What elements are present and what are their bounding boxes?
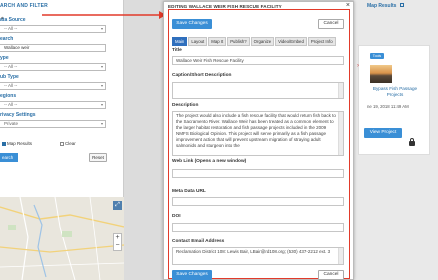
clear-checkbox[interactable]: Clear: [60, 141, 76, 146]
web-link-label: Web Link (Opens a new window): [172, 159, 247, 164]
save-changes-button-bottom[interactable]: Save Changes: [172, 270, 212, 280]
save-changes-button-top[interactable]: Save Changes: [172, 19, 212, 29]
tab-layout[interactable]: Layout: [188, 37, 208, 46]
clear-checkbox-label: Clear: [65, 141, 76, 146]
privacy-value: Private: [4, 121, 19, 126]
tab-publish[interactable]: Publish?: [227, 37, 250, 46]
chevron-down-icon: ▾: [100, 102, 103, 107]
checkbox-checked-icon: [2, 141, 6, 146]
caption-label: Caption/Short Description: [172, 73, 232, 78]
doi-input[interactable]: [172, 223, 344, 232]
description-label: Description: [172, 103, 199, 108]
tab-main[interactable]: Main: [172, 37, 188, 46]
type-label: ype: [0, 55, 9, 61]
chevron-down-icon: ▾: [100, 64, 103, 69]
map-results-link[interactable]: Map Results: [367, 3, 396, 9]
annotation-arrow: [42, 11, 166, 19]
tab-map-it[interactable]: Map It: [208, 37, 227, 46]
cancel-button-top[interactable]: Cancel: [318, 19, 344, 29]
title-label: Title: [172, 48, 182, 53]
project-title-link[interactable]: Bypass Fish Passage Projects: [365, 86, 425, 98]
data-source-label: ata Source: [0, 17, 26, 23]
tab-organize[interactable]: Organize: [250, 37, 275, 46]
project-date: ne 19, 2018 11:49 AM: [367, 104, 409, 109]
contact-email-textarea[interactable]: Reclamation District 108: Lewis Bair, LB…: [172, 247, 344, 265]
view-project-button[interactable]: View Project: [364, 128, 402, 138]
chevron-down-icon: ▾: [100, 26, 103, 31]
type-select[interactable]: -- All -- ▾: [0, 63, 106, 71]
search-label: earch: [0, 36, 14, 42]
edit-project-modal: EDITING WALLACE WEIR FISH RESCUE FACILIT…: [163, 1, 354, 280]
web-link-input[interactable]: [172, 169, 344, 178]
search-input[interactable]: Wallace weir: [0, 44, 106, 52]
data-source-value: -- All --: [4, 26, 18, 31]
checkbox-icon: [60, 141, 64, 146]
metadata-url-label: Meta Data URL: [172, 189, 206, 194]
type-value: -- All --: [4, 64, 18, 69]
pin-icon: ›: [357, 63, 359, 69]
expand-map-icon[interactable]: ⤢: [113, 201, 122, 210]
close-icon[interactable]: ×: [346, 2, 350, 9]
subtype-label: ub Type: [0, 74, 19, 80]
search-button[interactable]: earch: [0, 153, 18, 162]
cancel-button-bottom[interactable]: Cancel: [318, 270, 344, 280]
privacy-label: rivacy Settings: [0, 112, 36, 118]
description-textarea[interactable]: The project would also include a fish re…: [172, 111, 344, 156]
regions-select[interactable]: -- All -- ▾: [0, 101, 106, 109]
metadata-url-input[interactable]: [172, 197, 344, 206]
zoom-control[interactable]: + −: [113, 233, 122, 251]
reset-button[interactable]: Reset: [89, 153, 107, 162]
subtype-value: -- All --: [4, 83, 18, 88]
modal-tabs: Main Layout Map It Publish? Organize Vid…: [172, 37, 347, 47]
tools-badge[interactable]: Tools: [370, 53, 384, 59]
map-results-checkbox-label: Map Results: [7, 141, 33, 146]
map-view[interactable]: [0, 197, 124, 280]
data-source-select[interactable]: -- All -- ▾: [0, 25, 106, 33]
zoom-in-icon[interactable]: +: [114, 234, 121, 242]
zoom-out-icon[interactable]: −: [114, 242, 121, 250]
doi-label: DOI: [172, 214, 181, 219]
privacy-select[interactable]: Private ▾: [0, 120, 106, 128]
subtype-select[interactable]: -- All -- ▾: [0, 82, 106, 90]
result-card: [358, 45, 430, 155]
title-input[interactable]: Wallace Weir Fish Rescue Facility: [172, 56, 344, 65]
project-thumbnail[interactable]: [370, 65, 392, 83]
regions-label: egions: [0, 93, 17, 99]
chevron-down-icon: ▾: [100, 83, 103, 88]
regions-value: -- All --: [4, 102, 18, 107]
chevron-down-icon: ▾: [100, 121, 103, 126]
tab-video-embed[interactable]: Video/Embed: [275, 37, 307, 46]
map-roads-graphic: [0, 197, 124, 280]
tab-project-info[interactable]: Project Info: [307, 37, 336, 46]
lock-icon: [409, 138, 415, 146]
map-results-icon[interactable]: [400, 3, 404, 7]
caption-textarea[interactable]: [172, 82, 344, 99]
search-filter-title: ARCH AND FILTER: [0, 3, 48, 9]
contact-email-label: Contact Email Address: [172, 239, 225, 244]
map-results-checkbox[interactable]: Map Results: [2, 141, 32, 146]
